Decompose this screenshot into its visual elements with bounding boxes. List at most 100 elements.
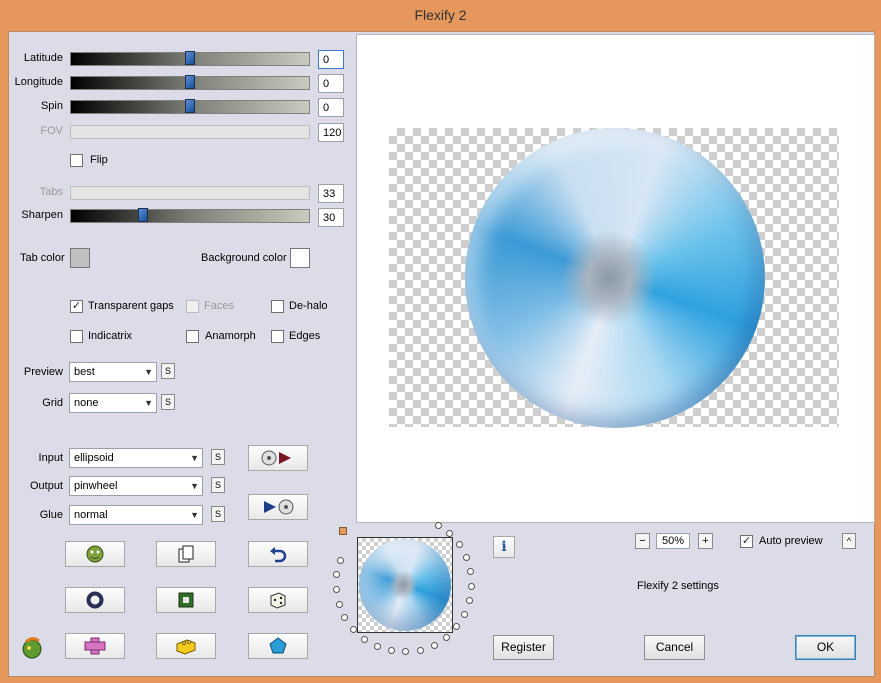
navigator-dot[interactable] (468, 582, 476, 590)
de-halo-checkbox[interactable] (271, 300, 284, 313)
output-select[interactable]: pinwheel ▼ (69, 476, 203, 496)
info-icon: i (501, 539, 507, 555)
play-disc-icon (264, 499, 294, 515)
transparent-gaps-checkbox[interactable]: ✓ (70, 300, 83, 313)
preview-quality-value: best (74, 366, 95, 378)
sharpen-slider[interactable] (70, 208, 310, 223)
navigator-dot[interactable] (332, 586, 340, 594)
zoom-level-field[interactable]: 50% (656, 533, 690, 549)
input-s-button[interactable]: S (211, 449, 225, 465)
navigator-dot[interactable] (434, 521, 442, 529)
ring-button[interactable] (65, 587, 125, 613)
navigator-dot[interactable] (402, 648, 410, 656)
fov-slider[interactable] (70, 125, 310, 139)
tabs-field[interactable]: 33 (318, 184, 344, 203)
auto-preview-label: Auto preview (759, 535, 823, 547)
longitude-label: Longitude (14, 76, 63, 88)
undo-button[interactable] (248, 541, 308, 567)
edges-checkbox[interactable] (271, 330, 284, 343)
anamorph-checkbox[interactable] (186, 330, 199, 343)
tabs-slider[interactable] (70, 186, 310, 200)
longitude-slider-thumb[interactable] (185, 75, 195, 89)
navigator-thumbnail[interactable] (357, 537, 453, 633)
navigator-dot[interactable] (333, 571, 341, 579)
input-select[interactable]: ellipsoid ▼ (69, 448, 203, 468)
navigator-dot[interactable] (349, 625, 357, 633)
latitude-label: Latitude (23, 52, 63, 64)
navigator-dot[interactable] (467, 568, 475, 576)
spin-slider[interactable] (70, 99, 310, 114)
ring-icon (86, 591, 104, 609)
square-frame-icon (178, 592, 194, 608)
preview-canvas[interactable] (356, 34, 875, 523)
preview-quality-label: Preview (23, 366, 63, 378)
navigator-dot[interactable] (442, 633, 450, 641)
navigator-handle[interactable] (339, 527, 347, 535)
copy-pages-icon (178, 545, 194, 563)
navigator-dot[interactable] (373, 642, 381, 650)
output-s-button[interactable]: S (211, 477, 225, 493)
grid-s-button[interactable]: S (161, 394, 175, 410)
zoom-out-button[interactable]: − (635, 533, 650, 549)
output-to-input-button[interactable] (248, 494, 308, 520)
navigator-dot[interactable] (360, 635, 368, 643)
glue-select[interactable]: normal ▼ (69, 505, 203, 525)
spin-field[interactable]: 0 (318, 98, 344, 117)
navigator-dot[interactable] (430, 641, 438, 649)
info-button[interactable]: i (493, 536, 515, 558)
latitude-slider-thumb[interactable] (185, 51, 195, 65)
output-label: Output (29, 480, 63, 492)
preview-quality-select[interactable]: best ▼ (69, 362, 157, 382)
navigator-dot[interactable] (416, 646, 424, 654)
randomize-face-button[interactable] (65, 541, 125, 567)
navigator-dot[interactable] (453, 623, 461, 631)
copy-button[interactable] (156, 541, 216, 567)
register-button[interactable]: Register (493, 635, 554, 660)
zoom-in-button[interactable]: + (698, 533, 713, 549)
latitude-field[interactable]: 0 (318, 50, 344, 69)
tab-color-swatch[interactable] (70, 248, 90, 268)
fov-field[interactable]: 120 (318, 123, 344, 142)
faces-checkbox[interactable] (186, 300, 199, 313)
longitude-field[interactable]: 0 (318, 74, 344, 93)
globe-face-icon (86, 545, 104, 563)
sharpen-slider-thumb[interactable] (138, 208, 148, 222)
dialog-client: Latitude 0 Longitude 0 Spin 0 FOV 120 Fl… (8, 31, 875, 677)
polyhedron-button[interactable] (248, 633, 308, 659)
grid-select[interactable]: none ▼ (69, 393, 157, 413)
grid-label: Grid (42, 397, 63, 409)
navigator-dot[interactable] (461, 611, 469, 619)
background-color-swatch[interactable] (290, 248, 310, 268)
pink-cross-icon (84, 637, 106, 655)
spin-slider-thumb[interactable] (185, 99, 195, 113)
anamorph-label: Anamorph (205, 330, 256, 342)
flip-checkbox[interactable] (70, 154, 83, 167)
navigator-dot[interactable] (466, 597, 474, 605)
cancel-button[interactable]: Cancel (644, 635, 705, 660)
glue-s-button[interactable]: S (211, 506, 225, 522)
navigator-dot[interactable] (336, 557, 344, 565)
cross-button[interactable] (65, 633, 125, 659)
navigator-dot[interactable] (335, 600, 343, 608)
thumbnail-sphere-image (359, 539, 451, 631)
frame-button[interactable] (156, 587, 216, 613)
navigator-dot[interactable] (456, 541, 464, 549)
undo-arrow-icon (270, 547, 287, 563)
sharpen-field[interactable]: 30 (318, 208, 344, 227)
navigator-dot[interactable] (341, 614, 349, 621)
indicatrix-checkbox[interactable] (70, 330, 83, 343)
collapse-button[interactable]: ^ (842, 533, 856, 549)
preview-s-button[interactable]: S (161, 363, 175, 379)
brick-button[interactable] (156, 633, 216, 659)
grid-value: none (74, 397, 99, 409)
ok-button[interactable]: OK (795, 635, 856, 660)
input-to-output-button[interactable] (248, 445, 308, 471)
latitude-slider[interactable] (70, 51, 310, 66)
navigator-dot[interactable] (463, 554, 471, 562)
longitude-slider[interactable] (70, 75, 310, 90)
dice-icon (270, 592, 286, 609)
flexify-logo-icon (22, 637, 42, 659)
navigator-dot[interactable] (387, 647, 395, 655)
auto-preview-checkbox[interactable]: ✓ (740, 535, 753, 548)
random-dice-button[interactable] (248, 587, 308, 613)
